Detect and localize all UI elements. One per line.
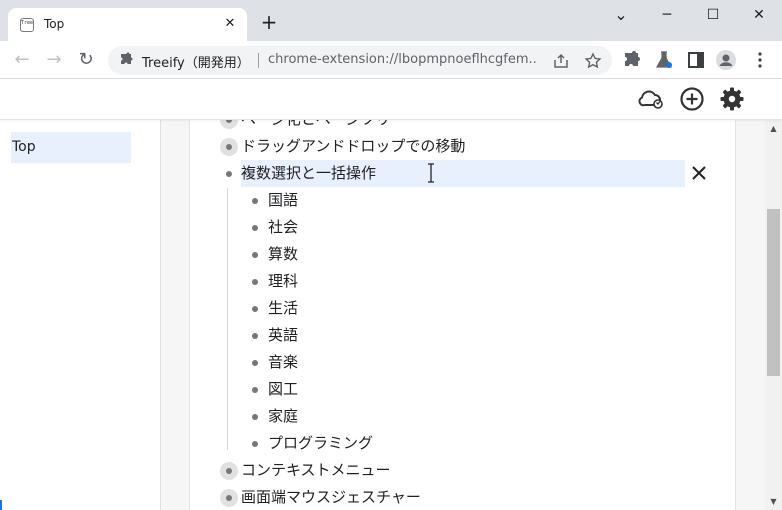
outline-child-item[interactable]: 社会 — [268, 214, 298, 241]
app-header — [0, 80, 782, 120]
bullet-icon[interactable] — [220, 120, 238, 129]
forward-button[interactable]: → — [40, 46, 68, 74]
sidebar-item-label: Top — [12, 139, 36, 155]
outline-item-label: コンテキストメニュー — [241, 461, 391, 479]
sidebar: Top — [0, 120, 161, 510]
outline-item-label: 複数選択と一括操作 — [241, 164, 377, 182]
share-icon[interactable] — [552, 52, 570, 70]
outline-item-label: ページ化とページツリー — [241, 120, 405, 128]
bullet-icon[interactable] — [246, 381, 264, 399]
outline-item[interactable]: ページ化とページツリー — [241, 120, 405, 133]
bullet-icon[interactable] — [246, 246, 264, 264]
outline-panel: ページ化とページツリー ドラッグアンドドロップでの移動 複数選択と一括操作 国語… — [189, 120, 736, 510]
browser-tab[interactable]: Tree Top ✕ — [8, 8, 247, 41]
outline-item-label: 英語 — [268, 326, 299, 344]
outline-child-item[interactable]: 算数 — [268, 241, 298, 268]
outline-child-item[interactable]: 家庭 — [268, 403, 298, 430]
outline-item-label: 社会 — [268, 218, 299, 236]
bullet-icon[interactable] — [220, 462, 238, 480]
browser-toolbar: ← → ↻ Treeify（開発用） chrome-extension://lb… — [0, 41, 782, 79]
children-guide-line — [227, 188, 228, 450]
outline-child-item[interactable]: 英語 — [268, 322, 298, 349]
text-cursor-icon — [428, 163, 434, 183]
vertical-scrollbar[interactable]: ▲ ▼ — [765, 120, 782, 510]
tab-favicon-icon: Tree — [20, 18, 34, 32]
tab-close-icon[interactable]: ✕ — [221, 15, 239, 33]
puzzle-icon — [121, 52, 133, 64]
outline-child-item[interactable]: 図工 — [268, 376, 298, 403]
sidebar-item-top[interactable]: Top — [11, 132, 131, 163]
profile-icon[interactable] — [716, 50, 736, 70]
outline-item-label: ドラッグアンドドロップでの移動 — [241, 137, 466, 155]
outline-child-item[interactable]: 生活 — [268, 295, 298, 322]
outline-item-label: 国語 — [268, 191, 299, 209]
outline-item-selected[interactable]: 複数選択と一括操作 — [241, 160, 376, 187]
bullet-icon[interactable] — [220, 165, 238, 183]
tab-strip: Tree Top ✕ + ⌄ ─ ☐ ✕ — [0, 0, 782, 41]
more-menu-icon[interactable] — [750, 50, 770, 70]
cloud-sync-icon[interactable] — [638, 86, 664, 112]
side-panel-icon[interactable] — [686, 50, 706, 70]
tab-title: Top — [44, 17, 65, 31]
bullet-icon[interactable] — [246, 219, 264, 237]
extension-name: Treeify（開発用） — [142, 56, 250, 71]
outline-item-label: 家庭 — [268, 407, 299, 425]
new-tab-button[interactable]: + — [258, 11, 280, 33]
outline-item[interactable]: コンテキストメニュー — [241, 457, 391, 484]
bullet-icon[interactable] — [246, 435, 264, 453]
bullet-icon[interactable] — [246, 192, 264, 210]
outline-item-label: 音楽 — [268, 353, 299, 371]
outline-item-label: 算数 — [268, 245, 299, 263]
outline-item-label: 理科 — [268, 272, 299, 290]
outline-item[interactable]: ドラッグアンドドロップでの移動 — [241, 133, 465, 160]
outline-item-label: プログラミング — [268, 434, 374, 452]
outline-item-label: 生活 — [268, 299, 299, 317]
outline-child-item[interactable]: 音楽 — [268, 349, 298, 376]
bullet-icon[interactable] — [220, 138, 238, 156]
outline-item-label: 図工 — [268, 380, 299, 398]
address-separator — [258, 53, 259, 68]
outline-item[interactable]: 画面端マウスジェスチャー — [241, 484, 421, 510]
url-text[interactable]: chrome-extension://lbopmpnoeflhcgfem... — [268, 52, 538, 67]
scroll-up-arrow-icon[interactable]: ▲ — [765, 120, 782, 137]
bullet-icon[interactable] — [220, 489, 238, 507]
bullet-icon[interactable] — [246, 354, 264, 372]
extensions-icon[interactable] — [622, 50, 642, 70]
add-circle-icon[interactable] — [679, 86, 705, 112]
back-button[interactable]: ← — [8, 46, 36, 74]
maximize-button[interactable]: ☐ — [690, 0, 736, 30]
bullet-icon[interactable] — [246, 273, 264, 291]
outline-child-item[interactable]: 理科 — [268, 268, 298, 295]
star-icon[interactable] — [584, 52, 602, 70]
reload-button[interactable]: ↻ — [72, 46, 100, 74]
address-bar[interactable]: Treeify（開発用） chrome-extension://lbopmpno… — [108, 46, 612, 75]
tab-search-icon[interactable]: ⌄ — [598, 0, 644, 30]
focus-indicator — [0, 500, 2, 510]
main-area: ページ化とページツリー ドラッグアンドドロップでの移動 複数選択と一括操作 国語… — [161, 120, 765, 510]
favicon-text: Tree — [21, 20, 34, 26]
bullet-icon[interactable] — [246, 300, 264, 318]
window-close-button[interactable]: ✕ — [736, 0, 782, 30]
scroll-down-arrow-icon[interactable]: ▼ — [765, 493, 782, 510]
bullet-icon[interactable] — [246, 408, 264, 426]
row-close-icon[interactable] — [688, 162, 710, 184]
minimize-button[interactable]: ─ — [644, 0, 690, 30]
settings-gear-icon[interactable] — [719, 86, 745, 112]
outline-child-item[interactable]: プログラミング — [268, 430, 373, 457]
labs-icon[interactable] — [654, 50, 674, 70]
outline-child-item[interactable]: 国語 — [268, 187, 298, 214]
outline-item-label: 画面端マウスジェスチャー — [241, 488, 421, 506]
bullet-icon[interactable] — [246, 327, 264, 345]
scrollbar-thumb[interactable] — [767, 209, 780, 376]
